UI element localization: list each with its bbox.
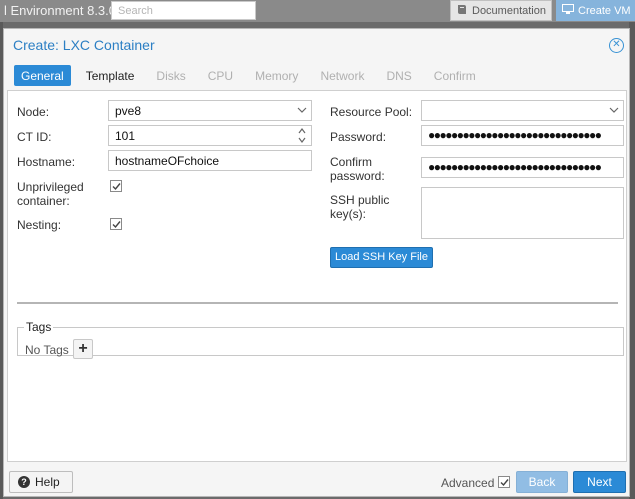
- dialog-header: Create: LXC Container ✕: [4, 29, 629, 61]
- ctid-stepper[interactable]: 101: [108, 125, 312, 146]
- ssh-key-label: SSH public key(s):: [330, 193, 390, 221]
- chevron-down-icon: [609, 105, 619, 115]
- ssh-key-textarea[interactable]: [421, 187, 624, 239]
- create-vm-button[interactable]: Create VM: [556, 0, 635, 21]
- tab-disks: Disks: [156, 69, 186, 83]
- password-input[interactable]: ●●●●●●●●●●●●●●●●●●●●●●●●●●●●●●: [421, 125, 624, 146]
- confirm-password-label: Confirm password:: [330, 155, 385, 183]
- password-label: Password:: [330, 130, 387, 144]
- unprivileged-label: Unprivileged container:: [17, 180, 84, 208]
- resource-pool-select[interactable]: [421, 100, 624, 121]
- help-button[interactable]: ? Help: [9, 471, 73, 493]
- tab-general[interactable]: General: [14, 65, 71, 86]
- node-value: pve8: [115, 104, 142, 118]
- back-button[interactable]: Back: [516, 471, 568, 493]
- hostname-value: hostnameOFchoice: [115, 154, 220, 168]
- tags-legend: Tags: [26, 320, 52, 334]
- node-label: Node:: [17, 105, 50, 119]
- load-ssh-key-button[interactable]: Load SSH Key File: [330, 247, 433, 268]
- next-button[interactable]: Next: [573, 471, 626, 493]
- close-icon[interactable]: ✕: [609, 38, 624, 53]
- hostname-label: Hostname:: [17, 155, 76, 169]
- resource-pool-label: Resource Pool:: [330, 105, 413, 119]
- confirm-password-input[interactable]: ●●●●●●●●●●●●●●●●●●●●●●●●●●●●●●: [421, 157, 624, 178]
- dialog-footer: ? Help Advanced Back Next: [4, 464, 629, 497]
- app-title: l Environment 8.3.0: [4, 3, 117, 18]
- advanced-checkbox[interactable]: [498, 476, 510, 488]
- spinner-arrows-icon[interactable]: [297, 126, 307, 145]
- tab-memory: Memory: [255, 69, 299, 83]
- monitor-icon: [562, 3, 574, 18]
- ctid-label: CT ID:: [17, 130, 52, 144]
- create-lxc-dialog: Create: LXC Container ✕ General Template…: [3, 28, 630, 497]
- plus-icon[interactable]: +: [73, 339, 93, 359]
- tab-template[interactable]: Template: [79, 65, 142, 86]
- tab-confirm: Confirm: [433, 69, 476, 83]
- chevron-down-icon: [297, 105, 307, 115]
- no-tags-text: No Tags: [25, 343, 69, 357]
- tab-dns: DNS: [386, 69, 412, 83]
- section-divider: [17, 302, 618, 304]
- tab-cpu: CPU: [207, 69, 234, 83]
- unprivileged-checkbox[interactable]: [110, 180, 122, 192]
- node-select[interactable]: pve8: [108, 100, 312, 121]
- general-panel: Node: pve8 CT ID: 101 Hostname: hostname…: [7, 90, 627, 462]
- help-label: Help: [35, 475, 60, 489]
- create-vm-label: Create VM: [578, 4, 631, 17]
- tab-network: Network: [320, 69, 365, 83]
- ctid-value: 101: [115, 129, 136, 143]
- nesting-label: Nesting:: [17, 218, 62, 232]
- advanced-label: Advanced: [441, 476, 495, 490]
- wizard-tabs: General Template Disks CPU Memory Networ…: [14, 65, 491, 87]
- dialog-title: Create: LXC Container: [13, 37, 155, 53]
- question-circle-icon: ?: [18, 476, 30, 488]
- nesting-checkbox[interactable]: [110, 218, 122, 230]
- documentation-button[interactable]: Documentation: [450, 0, 552, 21]
- book-icon: [457, 4, 467, 18]
- search-input[interactable]: Search: [111, 1, 256, 20]
- tags-fieldset: Tags No Tags +: [17, 320, 624, 359]
- documentation-label: Documentation: [472, 4, 546, 17]
- app-header: l Environment 8.3.0 Search Documentation…: [0, 0, 635, 22]
- hostname-input[interactable]: hostnameOFchoice: [108, 150, 312, 171]
